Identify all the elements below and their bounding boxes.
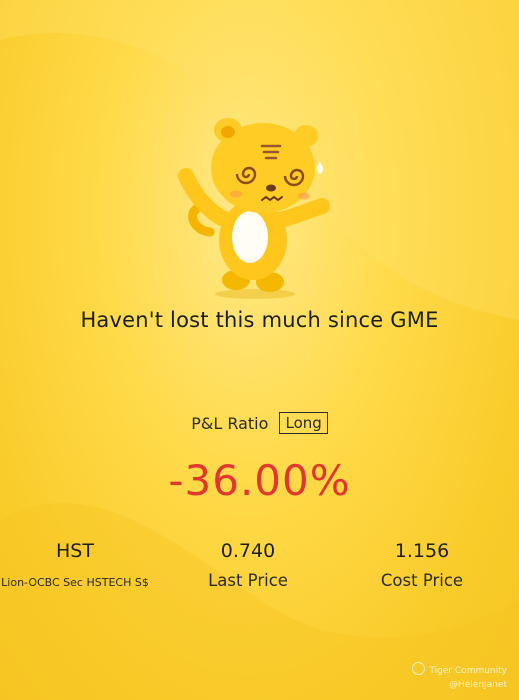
pnl-ratio-label: P&L Ratio: [191, 414, 269, 433]
last-price-label: Last Price: [208, 571, 288, 590]
watermark-brand: Tiger Community: [429, 666, 507, 676]
symbol-value: HST: [56, 540, 94, 562]
headline: Haven't lost this much since GME: [80, 308, 439, 332]
pnl-ratio-row: P&L Ratio Long: [0, 412, 519, 434]
stat-cost-price: 1.156 Cost Price: [352, 540, 492, 590]
background-swirl: [0, 0, 519, 700]
cost-price-value: 1.156: [394, 540, 450, 562]
stat-symbol: HST Lion-OCBC Sec HSTECH S$: [0, 540, 150, 589]
tiger-logo-icon: [412, 662, 426, 675]
stat-last-price: 0.740 Last Price: [178, 540, 318, 590]
watermark: Tiger Community @HelenJanet: [412, 662, 507, 692]
last-price-value: 0.740: [220, 540, 276, 562]
symbol-name: Lion-OCBC Sec HSTECH S$: [1, 576, 149, 589]
watermark-brand-row: Tiger Community: [412, 662, 507, 678]
watermark-user: @HelenJanet: [449, 680, 507, 690]
cost-price-label: Cost Price: [380, 571, 464, 590]
tiger-mascot-dizzy-icon: [178, 118, 330, 299]
pnl-ratio-value: -36.00%: [168, 456, 351, 505]
position-badge: Long: [279, 412, 328, 434]
